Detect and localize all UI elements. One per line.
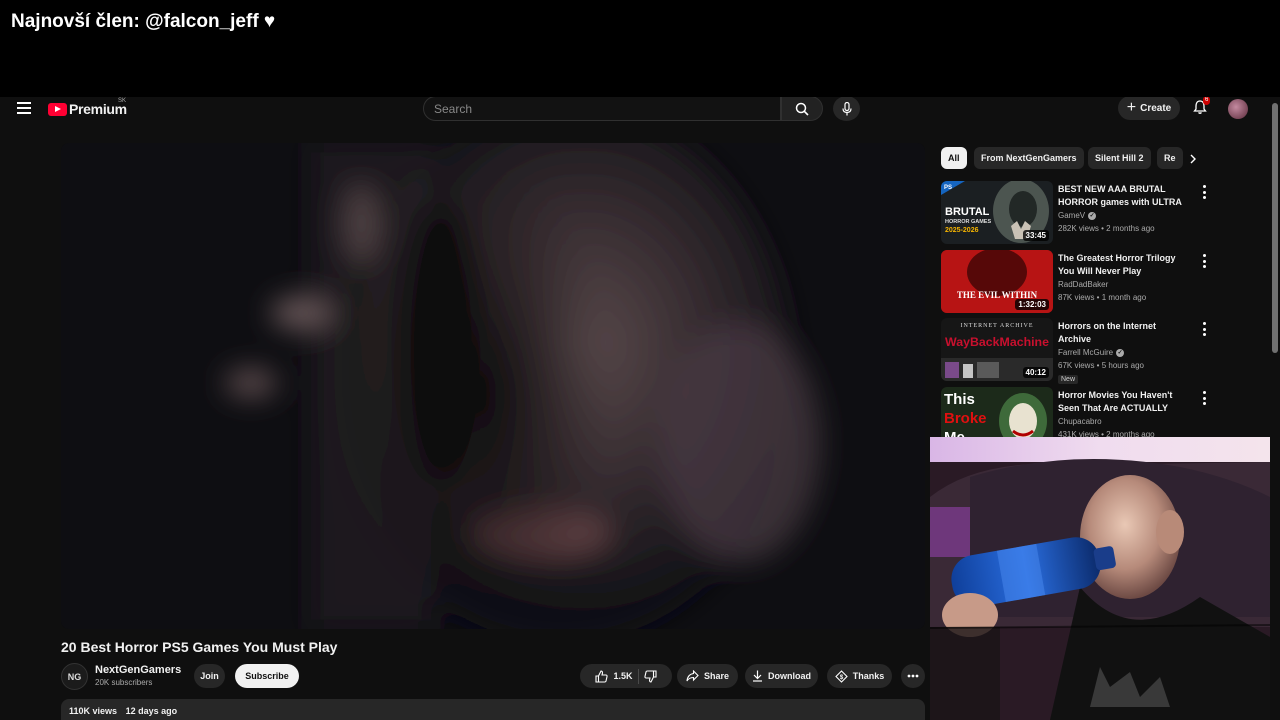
join-button[interactable]: Join	[194, 664, 225, 688]
more-options-icon[interactable]	[1200, 254, 1208, 268]
webcam-image	[930, 437, 1270, 720]
video-owner-row: NG NextGenGamers 20K subscribers Join Su…	[61, 663, 925, 690]
more-options-icon[interactable]	[1200, 391, 1208, 405]
thumb-text-this: This	[944, 391, 975, 408]
video-meta: 67K views • 5 hours ago	[1058, 361, 1144, 370]
thumb-text-years: 2025-2026	[945, 227, 979, 234]
thumb-text-horror-games: HORROR GAMES	[945, 219, 991, 225]
channel-name[interactable]: NextGenGamers	[95, 664, 181, 676]
streamer-webcam-overlay	[930, 437, 1270, 720]
new-badge: New	[1058, 375, 1079, 384]
newest-member-text: Najnovší člen: @falcon_jeff ♥	[11, 11, 276, 32]
notifications-button[interactable]: 6	[1192, 97, 1211, 117]
video-duration: 33:45	[1022, 230, 1049, 241]
share-label: Share	[703, 671, 729, 681]
video-duration: 1:32:03	[1015, 299, 1049, 310]
super-thanks-icon: $	[834, 669, 848, 683]
page-scrollbar[interactable]	[1270, 97, 1280, 720]
video-meta: 282K views • 2 months ago	[1058, 224, 1155, 233]
video-title[interactable]: The Greatest Horror Trilogy You Will Nev…	[1058, 252, 1190, 278]
recommendation-item[interactable]: INTERNET ARCHIVE WayBackMachine 40:12 Ho…	[941, 318, 1211, 384]
channel-name[interactable]: RadDadBaker	[1058, 280, 1108, 289]
channel-name[interactable]: Farrell McGuire	[1058, 348, 1113, 357]
channel-line: RadDadBaker	[1058, 280, 1108, 289]
video-player[interactable]	[61, 143, 925, 629]
video-title[interactable]: Horror Movies You Haven't Seen That Are …	[1058, 389, 1190, 415]
like-dislike-group: 1.5K	[580, 664, 672, 688]
video-title: 20 Best Horror PS5 Games You Must Play	[61, 639, 338, 655]
video-title[interactable]: Horrors on the Internet Archive	[1058, 320, 1190, 346]
channel-line: Chupacabro	[1058, 417, 1102, 426]
create-button[interactable]: + Create	[1118, 97, 1180, 120]
chip-silent-hill-2[interactable]: Silent Hill 2	[1088, 147, 1151, 169]
video-thumbnail[interactable]: PS BRUTAL HORROR GAMES 2025-2026 33:45	[941, 181, 1053, 244]
thanks-label: Thanks	[852, 671, 885, 681]
share-icon	[686, 670, 699, 682]
channel-name[interactable]: GameV	[1058, 211, 1085, 220]
country-code: SK	[118, 98, 127, 104]
chips-next-button[interactable]	[1183, 149, 1203, 169]
download-icon	[753, 670, 762, 682]
search-icon	[795, 102, 809, 116]
download-button[interactable]: Download	[745, 664, 818, 688]
download-label: Download	[768, 671, 811, 681]
svg-text:PS: PS	[944, 185, 952, 191]
search-button[interactable]	[781, 97, 823, 121]
thumbs-up-icon[interactable]	[595, 669, 609, 683]
recommendation-item[interactable]: PS BRUTAL HORROR GAMES 2025-2026 33:45 B…	[941, 181, 1211, 244]
more-actions-button[interactable]	[901, 664, 925, 688]
thanks-button[interactable]: $ Thanks	[827, 664, 892, 688]
stream-overlay-banner: Najnovší člen: @falcon_jeff ♥	[0, 0, 1280, 97]
video-thumbnail[interactable]: INTERNET ARCHIVE WayBackMachine 40:12	[941, 318, 1053, 381]
more-options-icon[interactable]	[1200, 322, 1208, 336]
related-filter-chips: All From NextGenGamers Silent Hill 2 Re	[941, 147, 1201, 169]
subscriber-count: 20K subscribers	[95, 678, 153, 687]
notification-badge: 6	[1203, 97, 1211, 105]
view-count: 110K views	[69, 706, 118, 716]
upload-age: 12 days ago	[125, 706, 178, 716]
subscribe-button[interactable]: Subscribe	[235, 664, 299, 688]
video-duration: 40:12	[1022, 367, 1049, 378]
thumb-text-broke: Broke	[944, 410, 987, 427]
video-meta: 87K views • 1 month ago	[1058, 293, 1147, 302]
scrollbar-thumb[interactable]	[1272, 103, 1278, 353]
plus-icon: +	[1126, 99, 1137, 116]
thumbs-down-icon[interactable]	[643, 669, 657, 683]
recommendation-item[interactable]: THE EVIL WITHIN 1:32:03 The Greatest Hor…	[941, 250, 1211, 313]
like-count[interactable]: 1.5K	[613, 671, 632, 681]
video-thumbnail[interactable]: THE EVIL WITHIN 1:32:03	[941, 250, 1053, 313]
youtube-premium-logo[interactable]: Premium SK	[48, 98, 127, 117]
thumb-text-wayback: WayBackMachine	[945, 335, 1049, 349]
create-label: Create	[1140, 102, 1172, 114]
video-title[interactable]: BEST NEW AAA BRUTAL HORROR games with UL…	[1058, 183, 1190, 209]
account-avatar[interactable]	[1228, 99, 1248, 119]
search-box	[423, 97, 781, 121]
thumb-text-brutal: BRUTAL	[945, 206, 990, 218]
video-frame	[61, 143, 925, 629]
channel-avatar[interactable]: NG	[61, 663, 88, 690]
chevron-right-icon	[1190, 154, 1196, 164]
chip-all[interactable]: All	[941, 147, 967, 169]
chip-from-channel[interactable]: From NextGenGamers	[974, 147, 1084, 169]
menu-icon[interactable]	[17, 102, 31, 114]
youtube-play-icon	[48, 102, 67, 116]
channel-name[interactable]: Chupacabro	[1058, 417, 1102, 426]
channel-line: Farrell McGuire ✓	[1058, 348, 1125, 357]
masthead: Premium SK + Create 6	[0, 97, 1270, 121]
thumb-text-internet-archive: INTERNET ARCHIVE	[960, 323, 1033, 329]
verified-icon: ✓	[1116, 348, 1125, 357]
chip-re[interactable]: Re	[1157, 147, 1183, 169]
description-box[interactable]: 110K views 12 days ago	[61, 699, 925, 720]
channel-line: GameV ✓	[1058, 211, 1097, 220]
like-divider	[637, 668, 639, 684]
share-button[interactable]: Share	[677, 664, 738, 688]
more-options-icon[interactable]	[1200, 185, 1208, 199]
voice-search-button[interactable]	[833, 97, 860, 121]
search-input[interactable]	[424, 97, 780, 120]
verified-icon: ✓	[1088, 211, 1097, 220]
more-horizontal-icon	[907, 674, 919, 678]
microphone-icon	[841, 101, 852, 115]
